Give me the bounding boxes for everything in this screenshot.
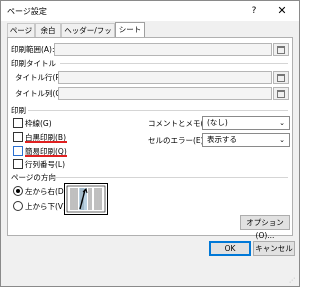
tab-margins[interactable]: 余白 — [35, 23, 61, 37]
page-order-preview-icon — [64, 183, 108, 215]
print-titles-section-label: 印刷タイトル — [11, 59, 56, 68]
options-button[interactable]: オプション(O)... — [240, 215, 290, 240]
row-col-headings-label: 行列番号(L) — [25, 160, 66, 169]
comments-value: (なし) — [207, 118, 228, 127]
comments-dropdown[interactable]: (なし) ⌄ — [202, 116, 290, 130]
ok-button[interactable]: OK — [209, 241, 251, 256]
print-area-label: 印刷範囲(A): — [11, 45, 55, 54]
top-to-bottom-radio[interactable] — [13, 201, 23, 211]
title-cols-input[interactable] — [58, 87, 272, 100]
chevron-down-icon: ⌄ — [279, 119, 285, 127]
section-divider — [28, 110, 288, 111]
title-rows-select-range-icon[interactable] — [273, 71, 289, 84]
close-icon[interactable]: ✕ — [271, 3, 293, 19]
chevron-down-icon: ⌄ — [279, 136, 285, 144]
cell-errors-label: セルのエラー(E): — [148, 136, 207, 145]
resize-grip-icon[interactable]: ⋰ — [289, 277, 297, 285]
black-white-checkbox[interactable] — [13, 132, 23, 142]
left-to-right-radio[interactable] — [13, 186, 23, 196]
title-bar: ページ設定 ? ✕ — [1, 1, 299, 21]
help-icon[interactable]: ? — [247, 4, 261, 18]
highlight-underline — [25, 155, 67, 157]
section-divider — [60, 63, 288, 64]
title-cols-select-range-icon[interactable] — [273, 87, 289, 100]
tab-page[interactable]: ページ — [7, 23, 35, 37]
gridlines-checkbox[interactable] — [13, 118, 23, 128]
tab-sheet[interactable]: シート — [115, 22, 145, 38]
section-divider — [50, 177, 288, 178]
print-area-select-range-icon[interactable] — [273, 43, 289, 56]
title-rows-input[interactable] — [58, 71, 272, 84]
sheet-tab-panel: 印刷範囲(A): 印刷タイトル タイトル行(R): タイトル列(C): 印刷 枠… — [7, 37, 293, 240]
page-setup-dialog: ページ設定 ? ✕ ページ 余白 ヘッダー/フッター シート 印刷範囲(A): … — [0, 0, 300, 287]
tab-header-footer[interactable]: ヘッダー/フッター — [61, 23, 115, 48]
cancel-button[interactable]: キャンセル — [253, 241, 295, 256]
gridlines-label: 枠線(G) — [25, 119, 52, 128]
highlight-underline — [25, 141, 67, 143]
left-to-right-label: 左から右(D) — [25, 187, 67, 196]
print-section-label: 印刷 — [11, 106, 26, 115]
dialog-title: ページ設定 — [7, 7, 47, 16]
top-to-bottom-label: 上から下(V) — [25, 202, 66, 211]
print-area-input[interactable] — [54, 43, 272, 56]
draft-quality-checkbox[interactable] — [13, 146, 23, 156]
cell-errors-dropdown[interactable]: 表示する ⌄ — [202, 133, 290, 147]
cell-errors-value: 表示する — [207, 135, 237, 144]
row-col-headings-checkbox[interactable] — [13, 159, 23, 169]
